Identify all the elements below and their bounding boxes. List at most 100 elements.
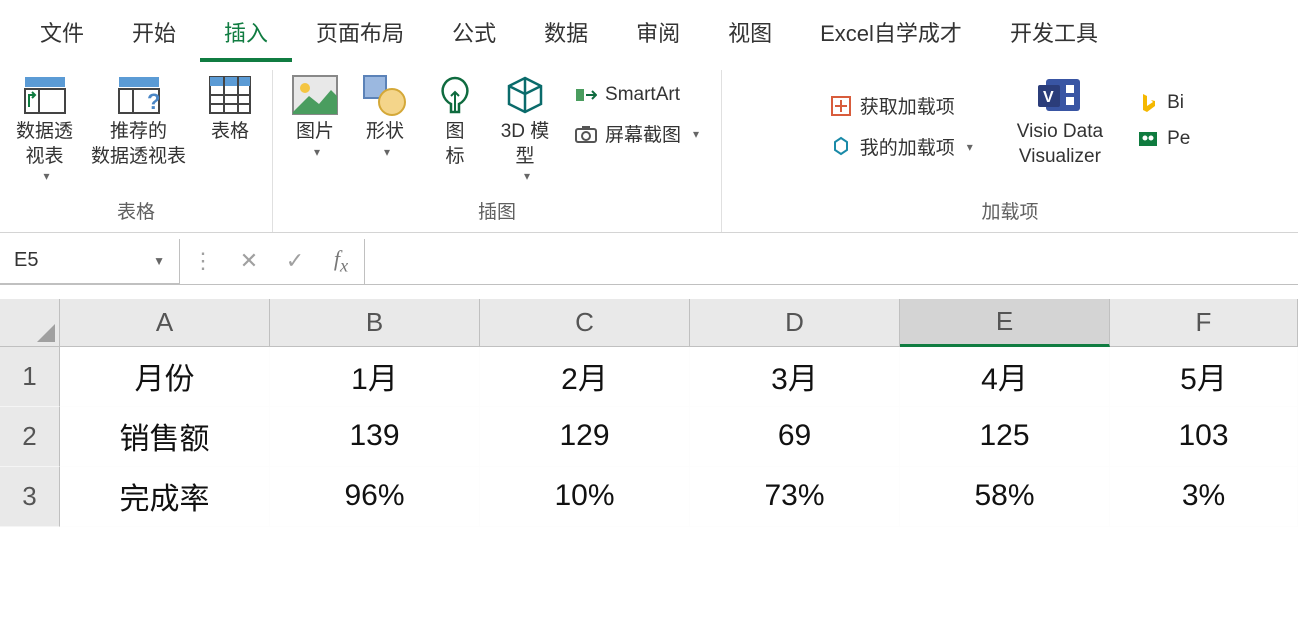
3dmodel-button[interactable]: 3D 模 型 (493, 70, 557, 187)
tab-view[interactable]: 视图 (704, 8, 796, 62)
smartart-button[interactable]: SmartArt (567, 80, 707, 110)
get-addins-button[interactable]: 获取加载项 (822, 88, 981, 123)
table-row: 3完成率96%10%73%58%3% (0, 467, 1298, 527)
cell[interactable]: 125 (900, 407, 1110, 467)
cell[interactable]: 月份 (60, 347, 270, 407)
people-label: Pe (1167, 128, 1190, 150)
cell[interactable]: 129 (480, 407, 690, 467)
tab-insert[interactable]: 插入 (200, 8, 292, 62)
name-box-value: E5 (14, 249, 38, 272)
fx-button[interactable]: fx (318, 239, 364, 284)
formula-input[interactable] (365, 239, 1298, 284)
ribbon-group-addins: 获取加载项 我的加载项 V Visio Data Visualizer (722, 70, 1298, 232)
cell[interactable]: 139 (270, 407, 480, 467)
visio-button[interactable]: V Visio Data Visualizer (1011, 70, 1109, 171)
formula-bar: E5 ▼ ⋮ ✕ ✓ fx (0, 239, 1298, 285)
cell[interactable]: 完成率 (60, 467, 270, 527)
column-header[interactable]: D (690, 299, 900, 347)
people-button[interactable]: Pe (1129, 124, 1198, 154)
my-addins-label: 我的加载项 (860, 133, 955, 160)
cell[interactable]: 69 (690, 407, 900, 467)
cell[interactable]: 2月 (480, 347, 690, 407)
cancel-button[interactable]: ✕ (226, 239, 272, 284)
column-header[interactable]: B (270, 299, 480, 347)
tab-data[interactable]: 数据 (520, 8, 612, 62)
screenshot-button[interactable]: 屏幕截图 (567, 116, 707, 151)
my-addins-button[interactable]: 我的加载项 (822, 129, 981, 164)
tab-custom[interactable]: Excel自学成才 (796, 8, 986, 62)
tab-layout[interactable]: 页面布局 (292, 8, 428, 62)
bing-icon (1137, 92, 1159, 114)
bing-button[interactable]: Bi (1129, 88, 1198, 118)
name-box-dropdown-icon: ▼ (153, 254, 165, 268)
table-row: 1月份1月2月3月4月5月 (0, 347, 1298, 407)
get-addins-icon (830, 95, 852, 117)
recommend-pivot-button[interactable]: ? 推荐的 数据透视表 (85, 70, 192, 171)
icons-label: 图 标 (446, 120, 465, 169)
cell[interactable]: 1月 (270, 347, 480, 407)
visio-label: Visio Data Visualizer (1017, 120, 1103, 169)
tab-review[interactable]: 审阅 (612, 8, 704, 62)
column-header[interactable]: F (1110, 299, 1298, 347)
bing-label: Bi (1167, 92, 1184, 114)
3dmodel-label: 3D 模 型 (501, 120, 550, 169)
tab-home[interactable]: 开始 (108, 8, 200, 62)
group-label-tables: 表格 (117, 191, 155, 232)
row-header[interactable]: 3 (0, 467, 60, 527)
select-all-corner[interactable] (0, 299, 60, 347)
cell[interactable]: 73% (690, 467, 900, 527)
enter-button[interactable]: ✓ (272, 239, 318, 284)
tab-file[interactable]: 文件 (16, 8, 108, 62)
cell[interactable]: 58% (900, 467, 1110, 527)
menu-tabs: 文件 开始 插入 页面布局 公式 数据 审阅 视图 Excel自学成才 开发工具 (0, 0, 1298, 62)
camera-icon (575, 123, 597, 145)
picture-icon (289, 72, 341, 118)
cell[interactable]: 96% (270, 467, 480, 527)
tab-dev[interactable]: 开发工具 (986, 8, 1122, 62)
svg-text:V: V (1043, 89, 1054, 106)
screenshot-label: 屏幕截图 (605, 120, 681, 147)
column-header[interactable]: C (480, 299, 690, 347)
column-header[interactable]: A (60, 299, 270, 347)
cell[interactable]: 3月 (690, 347, 900, 407)
svg-text:?: ? (147, 89, 160, 114)
icons-button[interactable]: 图 标 (423, 70, 487, 171)
column-header[interactable]: E (900, 299, 1110, 347)
cell[interactable]: 103 (1110, 407, 1298, 467)
pivot-table-button[interactable]: 数据透 视表 (10, 70, 79, 187)
picture-label: 图片 (296, 120, 334, 145)
formula-dots[interactable]: ⋮ (180, 239, 226, 284)
visio-icon: V (1034, 72, 1086, 118)
ribbon-group-tables: 数据透 视表 ? 推荐的 数据透视表 表格 表格 (0, 70, 273, 232)
cell[interactable]: 4月 (900, 347, 1110, 407)
recommend-label: 推荐的 数据透视表 (91, 120, 186, 169)
my-addins-icon (830, 136, 852, 158)
people-icon (1137, 128, 1159, 150)
table-icon (204, 72, 256, 118)
pivot-label: 数据透 视表 (16, 120, 73, 169)
shapes-button[interactable]: 形状 (353, 70, 417, 162)
table-row: 2销售额13912969125103 (0, 407, 1298, 467)
cell[interactable]: 5月 (1110, 347, 1298, 407)
cell[interactable]: 销售额 (60, 407, 270, 467)
cube-icon (499, 72, 551, 118)
group-label-illustrations: 插图 (478, 191, 516, 232)
spreadsheet-grid: ABCDEF 1月份1月2月3月4月5月2销售额139129691251033完… (0, 299, 1298, 527)
table-label: 表格 (211, 120, 249, 145)
ribbon-group-illustrations: 图片 形状 图 标 3D 模 型 (273, 70, 722, 232)
name-box[interactable]: E5 ▼ (0, 239, 180, 284)
recommend-pivot-icon: ? (113, 72, 165, 118)
tab-formulas[interactable]: 公式 (428, 8, 520, 62)
group-label-addins: 加载项 (982, 191, 1039, 232)
row-header[interactable]: 1 (0, 347, 60, 407)
row-header[interactable]: 2 (0, 407, 60, 467)
picture-button[interactable]: 图片 (283, 70, 347, 162)
icons-icon (429, 72, 481, 118)
smartart-label: SmartArt (605, 84, 680, 106)
cell[interactable]: 3% (1110, 467, 1298, 527)
shapes-icon (359, 72, 411, 118)
ribbon: 数据透 视表 ? 推荐的 数据透视表 表格 表格 (0, 62, 1298, 233)
cell[interactable]: 10% (480, 467, 690, 527)
table-button[interactable]: 表格 (198, 70, 262, 147)
pivot-table-icon (19, 72, 71, 118)
